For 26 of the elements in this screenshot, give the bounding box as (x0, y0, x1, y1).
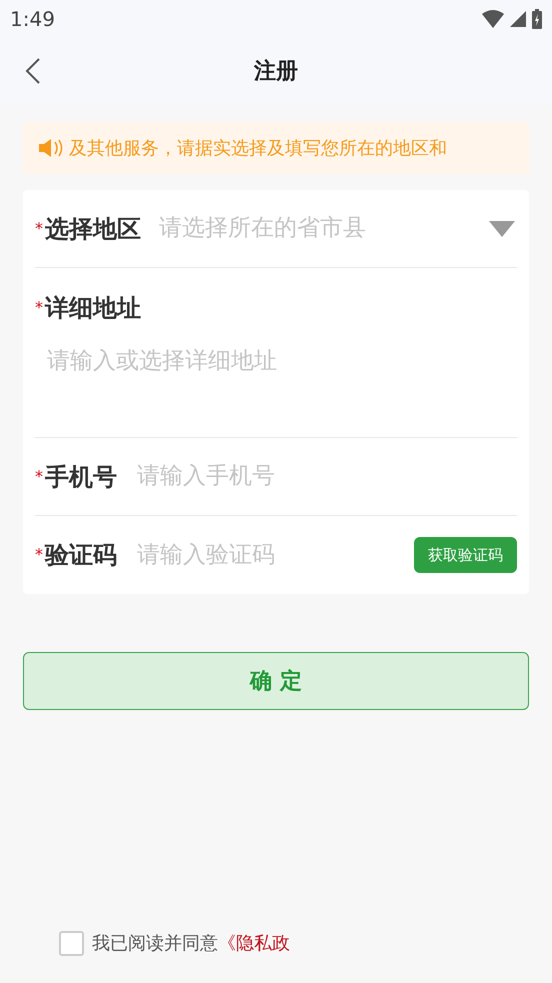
region-select[interactable]: 请选择所在的省市县 (159, 211, 489, 246)
required-mark: * (35, 466, 43, 488)
code-field[interactable]: 请输入验证码 (137, 538, 414, 572)
required-mark: * (35, 218, 43, 240)
field-label: 手机号 (45, 462, 117, 492)
agreement-text: 我已阅读并同意 (92, 932, 218, 956)
battery-icon (532, 9, 542, 29)
field-label: 选择地区 (45, 214, 141, 244)
signal-icon (510, 11, 526, 27)
address-field[interactable]: 请输入或选择详细地址 (47, 344, 517, 404)
required-mark: * (35, 544, 43, 566)
dropdown-icon[interactable] (489, 220, 515, 236)
notice-text: 及其他服务，请据实选择及填写您所在的地区和 (69, 136, 447, 160)
agreement-checkbox[interactable] (59, 931, 84, 956)
field-label: 验证码 (45, 540, 117, 571)
status-time: 1:49 (10, 6, 55, 33)
privacy-link[interactable]: 《隐私政 (218, 930, 290, 957)
required-mark: * (35, 297, 43, 319)
field-label: 详细地址 (45, 293, 141, 324)
speaker-icon (39, 139, 65, 157)
confirm-button[interactable]: 确 定 (23, 652, 529, 710)
get-code-button[interactable]: 获取验证码 (414, 537, 517, 573)
wifi-icon (482, 10, 504, 28)
back-icon[interactable] (25, 57, 41, 85)
phone-field[interactable]: 请输入手机号 (137, 459, 517, 494)
page-title: 注册 (254, 58, 298, 86)
